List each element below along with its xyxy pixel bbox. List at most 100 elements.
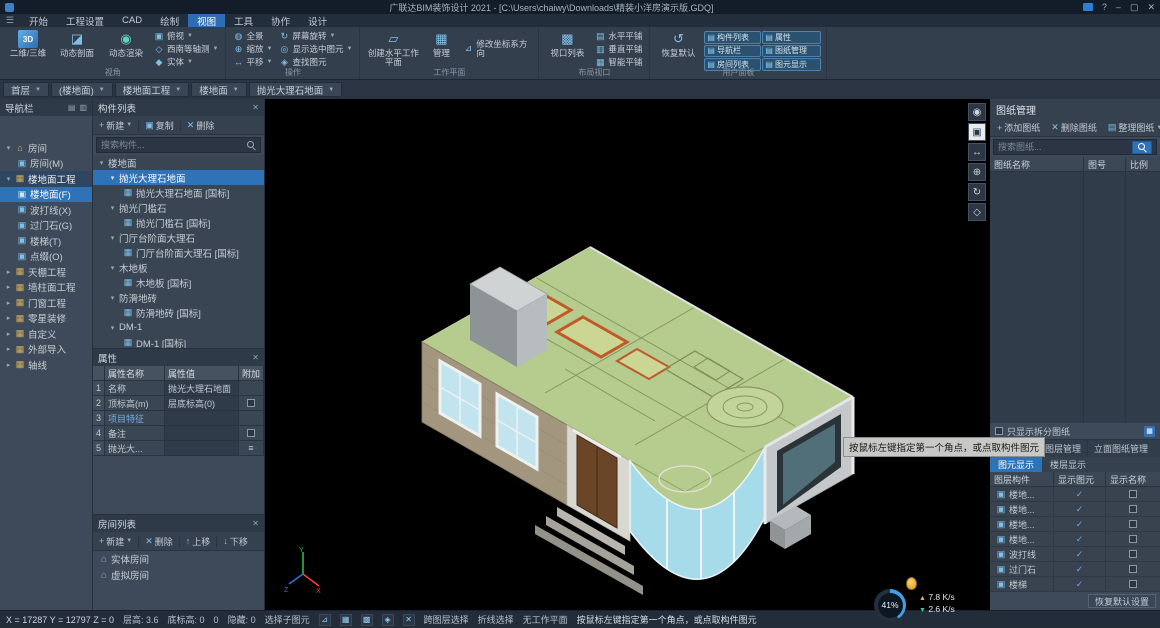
tree-row[interactable]: ▾抛光门槛石	[93, 200, 264, 215]
nav-section-misc-decoration[interactable]: ▸▦零星装修	[0, 311, 92, 327]
breadcrumb-project[interactable]: 楼地面工程▼	[115, 82, 189, 97]
subtab-floor-display[interactable]: 楼层显示	[1042, 457, 1094, 472]
move-down-button[interactable]: ↓下移	[221, 535, 250, 548]
check-icon[interactable]: ✓	[1076, 564, 1084, 575]
filter-checkbox[interactable]	[995, 427, 1003, 435]
nav-expand-icon[interactable]: ▥	[79, 103, 87, 112]
close-icon[interactable]: ✕	[252, 103, 259, 112]
add-drawing-button[interactable]: +添加图纸	[995, 121, 1042, 134]
nav-section-axis[interactable]: ▸▦轴线	[0, 357, 92, 373]
btn-horizontal-tile[interactable]: ▤水平平铺	[593, 30, 644, 42]
nav-section-custom[interactable]: ▸▦自定义	[0, 326, 92, 342]
delete-room-button[interactable]: ✕删除	[143, 535, 175, 548]
toggle-navbar[interactable]: ▤导航栏	[704, 45, 761, 58]
nav-item-threshold-stone[interactable]: ▣过门石(G)	[0, 218, 92, 234]
tree-row[interactable]: ▾楼地面	[93, 155, 264, 170]
cross-layer-select[interactable]: 跨图层选择	[424, 613, 469, 626]
hamburger-menu-icon[interactable]: ☰	[0, 14, 20, 27]
nav-section-external-import[interactable]: ▸▦外部导入	[0, 342, 92, 358]
close-button[interactable]: ✕	[1147, 2, 1155, 13]
room-item-virtual[interactable]: ⌂虚拟房间	[93, 567, 264, 583]
crossing-select-icon[interactable]: ▩	[361, 614, 373, 626]
name-checkbox[interactable]	[1129, 565, 1137, 573]
breadcrumb-category[interactable]: (楼地面)▼	[51, 82, 113, 97]
move-up-button[interactable]: ↑上移	[184, 535, 213, 548]
btn-vertical-tile[interactable]: ▥垂直平铺	[593, 43, 644, 55]
property-value-cell[interactable]	[165, 441, 239, 455]
tree-row[interactable]: ▾木地板	[93, 260, 264, 275]
name-checkbox[interactable]	[1129, 520, 1137, 528]
btn-viewport-list[interactable]: ▩视口列表	[544, 29, 590, 67]
zoom-view-icon[interactable]: ⊕	[968, 163, 986, 181]
pan-view-icon[interactable]: ↔	[968, 143, 986, 161]
check-icon[interactable]: ✓	[1076, 519, 1084, 530]
btn-show-selected[interactable]: ◎显示选中图元▼	[277, 43, 354, 55]
attach-checkbox[interactable]	[247, 399, 255, 407]
tree-row[interactable]: ▦门厅台阶面大理石 [国标]	[93, 245, 264, 260]
delete-drawing-button[interactable]: ✕删除图纸	[1049, 121, 1099, 134]
tab-elevation-drawings[interactable]: 立面图纸管理	[1088, 440, 1154, 457]
btn-dynamic-render[interactable]: ◉动态渲染	[103, 29, 149, 67]
nav-item-stairs[interactable]: ▣楼梯(T)	[0, 233, 92, 249]
filter-select-icon[interactable]: ◈	[382, 614, 394, 626]
notification-icon[interactable]	[1083, 3, 1093, 11]
name-checkbox[interactable]	[1129, 535, 1137, 543]
name-checkbox[interactable]	[1129, 490, 1137, 498]
btn-restore-default[interactable]: ↺恢复默认	[655, 29, 701, 67]
polyline-select[interactable]: 折线选择	[478, 613, 514, 626]
minimize-button[interactable]: –	[1116, 2, 1121, 12]
toggle-drawing-manager[interactable]: ▤图纸管理	[762, 45, 821, 58]
room-item-solid[interactable]: ⌂实体房间	[93, 551, 264, 567]
btn-manage-workplane[interactable]: ▦管理	[424, 29, 458, 67]
nav-section-ceiling[interactable]: ▸▦天棚工程	[0, 264, 92, 280]
tab-layer-manager[interactable]: 图层管理	[1039, 440, 1088, 457]
tree-row[interactable]: ▾抛光大理石地面	[93, 170, 264, 185]
check-icon[interactable]: ✓	[1076, 489, 1084, 500]
tab-cad[interactable]: CAD	[113, 14, 151, 27]
tab-project-settings[interactable]: 工程设置	[57, 14, 113, 27]
btn-screen-rotate[interactable]: ↻屏幕旋转▼	[277, 30, 354, 42]
name-checkbox[interactable]	[1129, 580, 1137, 588]
nav-section-door-window[interactable]: ▸▦门窗工程	[0, 295, 92, 311]
close-icon[interactable]: ✕	[252, 519, 259, 528]
toggle-properties[interactable]: ▤属性	[762, 31, 821, 44]
breadcrumb-floor[interactable]: 首层▼	[3, 82, 49, 97]
tree-row[interactable]: ▦抛光大理石地面 [国标]	[93, 185, 264, 200]
tree-row[interactable]: ▾DM-1	[93, 320, 264, 335]
nav-item-room-m[interactable]: ▣房间(M)	[0, 156, 92, 172]
btn-2d3d[interactable]: 3D二维/三维	[5, 29, 51, 67]
drawing-list-empty[interactable]	[990, 172, 1160, 423]
reset-default-button[interactable]: 恢复默认设置	[1088, 594, 1156, 608]
orbit-view-icon[interactable]: ↻	[968, 183, 986, 201]
select-box-icon[interactable]: ⊿	[319, 614, 331, 626]
drawing-search-button[interactable]	[1132, 141, 1152, 154]
help-button[interactable]: ?	[1102, 2, 1107, 12]
check-icon[interactable]: ✓	[1076, 504, 1084, 515]
tab-draw[interactable]: 绘制	[151, 14, 188, 27]
nav-collapse-icon[interactable]: ▤	[68, 103, 76, 112]
nav-item-accent[interactable]: ▣点缀(O)	[0, 249, 92, 265]
tab-view[interactable]: 视图	[188, 14, 225, 27]
property-value-cell[interactable]	[165, 411, 239, 425]
check-icon[interactable]: ✓	[1076, 549, 1084, 560]
search-icon[interactable]	[247, 141, 256, 150]
attach-checkbox[interactable]	[247, 429, 255, 437]
breadcrumb-type[interactable]: 楼地面▼	[191, 82, 246, 97]
tab-collaborate[interactable]: 协作	[262, 14, 299, 27]
nav-section-wall-column[interactable]: ▸▦墙柱面工程	[0, 280, 92, 296]
nav-item-border-line[interactable]: ▣波打线(X)	[0, 202, 92, 218]
btn-dynamic-section[interactable]: ◪动态剖面	[54, 29, 100, 67]
nav-section-room[interactable]: ▾⌂房间	[0, 140, 92, 156]
tree-row[interactable]: ▦DM-1 [国标]	[93, 335, 264, 348]
check-icon[interactable]: ✓	[1076, 579, 1084, 590]
render-mode-icon[interactable]: ◉	[968, 103, 986, 121]
maximize-button[interactable]: ▢	[1130, 2, 1139, 13]
select-sub-element[interactable]: 选择子图元	[265, 613, 310, 626]
component-search-input[interactable]	[101, 140, 244, 150]
tab-home[interactable]: 开始	[20, 14, 57, 27]
tree-row[interactable]: ▾门厅台阶面大理石	[93, 230, 264, 245]
btn-modify-coordinate[interactable]: ⊿修改坐标系方向	[461, 40, 533, 58]
btn-zoom[interactable]: ⊕缩放▼	[231, 43, 274, 55]
name-checkbox[interactable]	[1129, 505, 1137, 513]
btn-sw-isometric[interactable]: ◇西南等轴测▼	[152, 43, 220, 55]
